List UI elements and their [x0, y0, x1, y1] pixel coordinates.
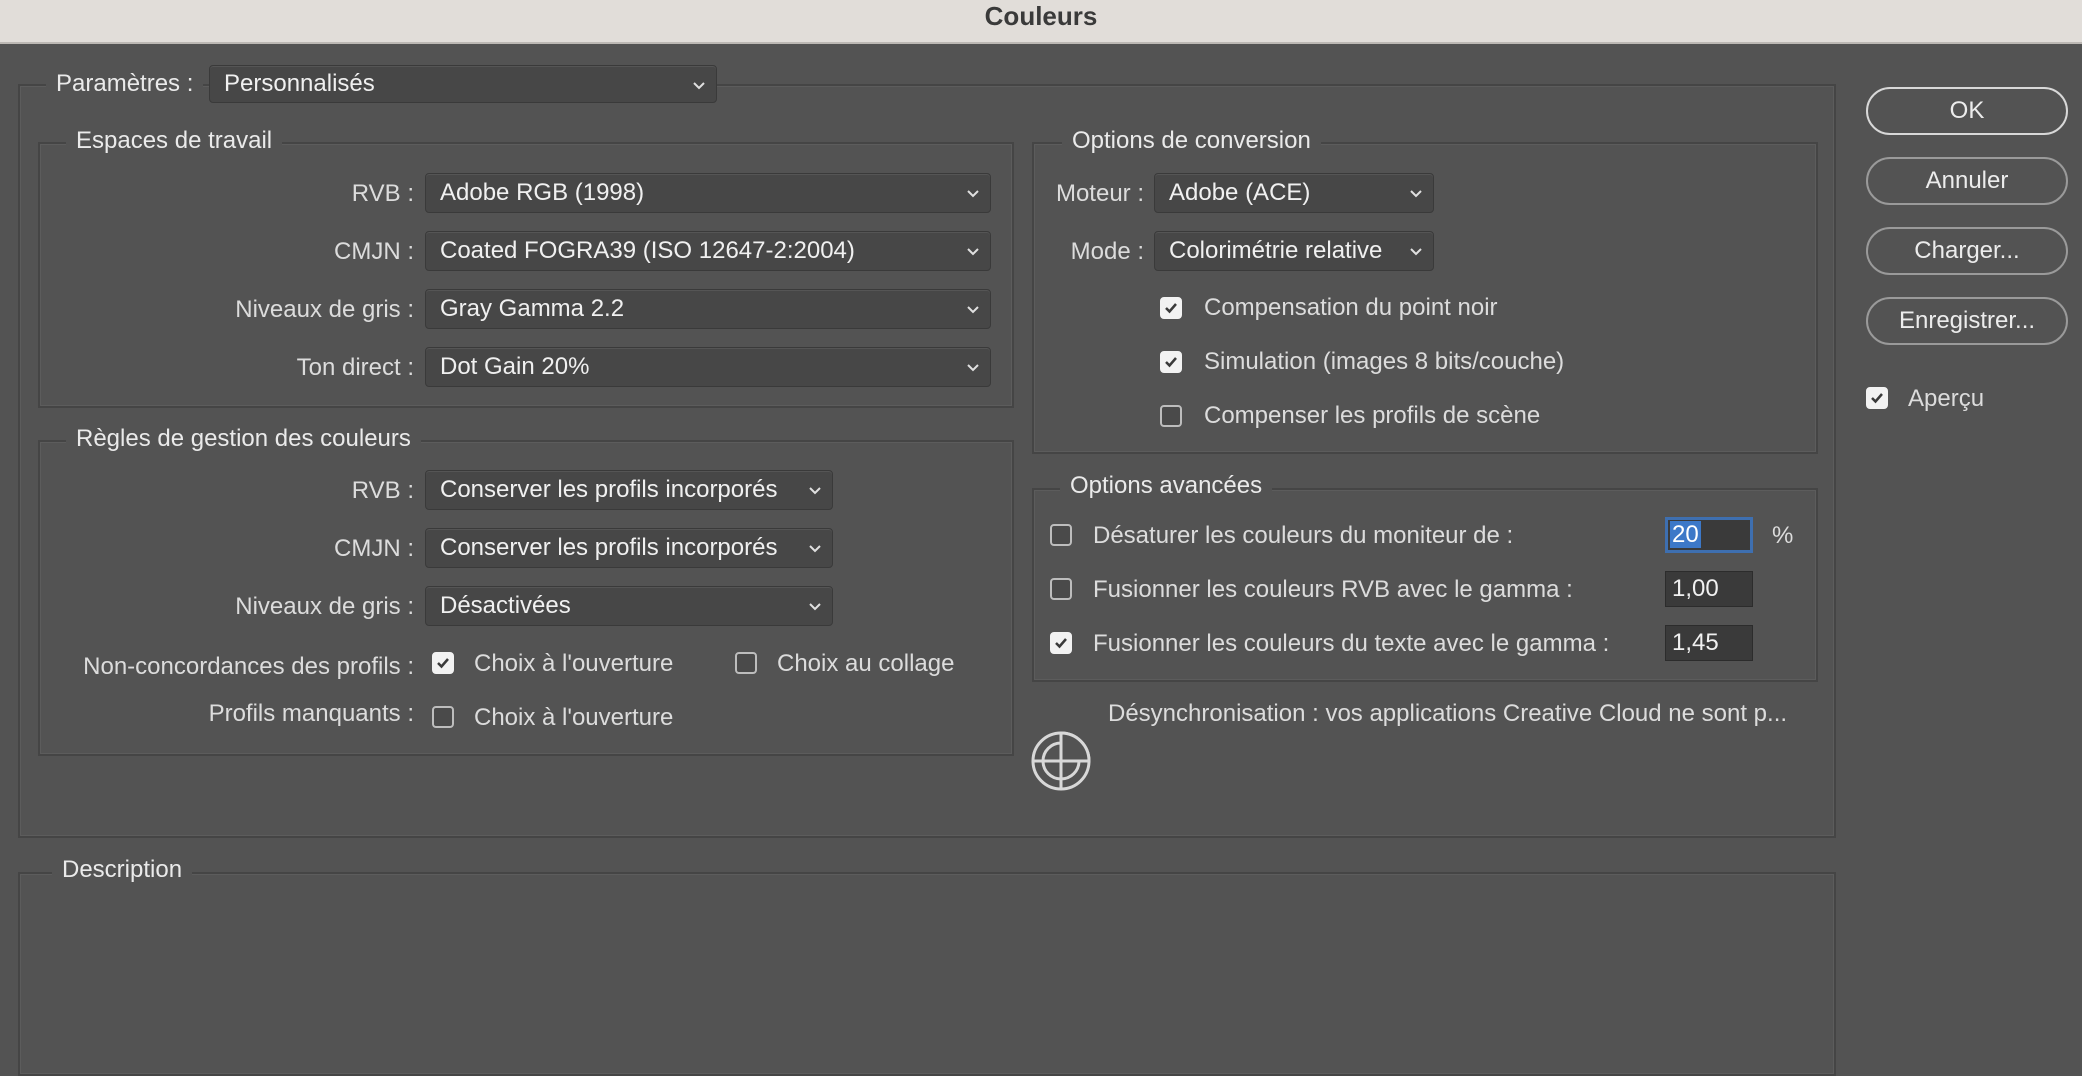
save-button[interactable]: Enregistrer... — [1866, 297, 2068, 345]
desaturate-label: Désaturer les couleurs du moniteur de : — [1093, 522, 1514, 549]
desaturate-checkbox[interactable] — [1050, 524, 1072, 546]
checkmark-icon — [1165, 357, 1177, 368]
mismatch-label: Non-concordances des profils : — [83, 653, 414, 680]
dither-checkbox[interactable] — [1160, 351, 1182, 373]
policy-gray-value: Désactivées — [440, 592, 571, 619]
checkmark-icon — [1055, 638, 1067, 649]
mismatch-open-label: Choix à l'ouverture — [474, 650, 674, 677]
dither-label: Simulation (images 8 bits/couche) — [1204, 348, 1565, 375]
description-legend: Description — [52, 854, 193, 886]
mismatch-paste-label: Choix au collage — [777, 650, 955, 677]
ws-gray-value: Gray Gamma 2.2 — [440, 295, 625, 322]
missing-open-label: Choix à l'ouverture — [474, 704, 674, 731]
ws-cmjn-select[interactable]: Coated FOGRA39 (ISO 12647-2:2004) — [425, 231, 991, 271]
cancel-button[interactable]: Annuler — [1866, 157, 2068, 205]
ws-rvb-select[interactable]: Adobe RGB (1998) — [425, 173, 991, 213]
sync-status-icon — [1031, 731, 1091, 791]
conversion-legend: Options de conversion — [1062, 125, 1321, 157]
blend-rgb-input[interactable]: 1,00 — [1665, 571, 1753, 607]
engine-label: Moteur : — [1055, 180, 1144, 207]
engine-select[interactable]: Adobe (ACE) — [1154, 173, 1434, 213]
desaturate-unit: % — [1772, 522, 1794, 549]
sync-status-text: Désynchronisation : vos applications Cre… — [1108, 700, 1788, 727]
chevron-down-icon — [967, 190, 979, 198]
mode-select[interactable]: Colorimétrie relative — [1154, 231, 1434, 271]
working-spaces-legend: Espaces de travail — [66, 125, 283, 157]
chevron-down-icon — [809, 603, 821, 611]
engine-value: Adobe (ACE) — [1169, 179, 1311, 206]
chevron-down-icon — [809, 545, 821, 553]
ws-spot-select[interactable]: Dot Gain 20% — [425, 347, 991, 387]
ws-spot-label: Ton direct : — [296, 354, 414, 381]
window-title: Couleurs — [0, 0, 2082, 44]
settings-select[interactable]: Personnalisés — [209, 65, 717, 103]
description-group — [18, 872, 1836, 1076]
policy-gray-label: Niveaux de gris : — [235, 593, 414, 620]
mismatch-open-checkbox[interactable] — [432, 652, 454, 674]
black-point-label: Compensation du point noir — [1204, 294, 1498, 321]
black-point-checkbox[interactable] — [1160, 297, 1182, 319]
ws-rvb-value: Adobe RGB (1998) — [440, 179, 645, 206]
chevron-down-icon — [967, 248, 979, 256]
settings-value: Personnalisés — [224, 70, 375, 97]
chevron-down-icon — [1410, 190, 1422, 198]
preview-label: Aperçu — [1908, 385, 1985, 412]
ws-gray-label: Niveaux de gris : — [235, 296, 414, 323]
ws-cmjn-value: Coated FOGRA39 (ISO 12647-2:2004) — [440, 237, 855, 264]
missing-label: Profils manquants : — [208, 700, 414, 727]
chevron-down-icon — [967, 306, 979, 314]
chevron-down-icon — [809, 487, 821, 495]
chevron-down-icon — [1410, 248, 1422, 256]
blend-rgb-label: Fusionner les couleurs RVB avec le gamma… — [1093, 576, 1573, 603]
checkmark-icon — [1871, 393, 1883, 404]
checkmark-icon — [1165, 303, 1177, 314]
policy-rvb-value: Conserver les profils incorporés — [440, 476, 778, 503]
policy-cmjn-value: Conserver les profils incorporés — [440, 534, 778, 561]
advanced-legend: Options avancées — [1060, 470, 1273, 502]
policy-cmjn-label: CMJN : — [334, 535, 414, 562]
ws-cmjn-label: CMJN : — [334, 238, 414, 265]
checkmark-icon — [437, 658, 449, 669]
chevron-down-icon — [693, 82, 705, 90]
policy-rvb-select[interactable]: Conserver les profils incorporés — [425, 470, 833, 510]
blend-rgb-checkbox[interactable] — [1050, 578, 1072, 600]
mode-value: Colorimétrie relative — [1169, 237, 1383, 264]
policy-gray-select[interactable]: Désactivées — [425, 586, 833, 626]
ok-button[interactable]: OK — [1866, 87, 2068, 135]
policy-rvb-label: RVB : — [351, 477, 414, 504]
policies-legend: Règles de gestion des couleurs — [66, 423, 421, 455]
mode-label: Mode : — [1070, 238, 1144, 265]
scene-label: Compenser les profils de scène — [1204, 402, 1541, 429]
blend-text-input[interactable]: 1,45 — [1665, 625, 1753, 661]
ws-spot-value: Dot Gain 20% — [440, 353, 590, 380]
blend-text-checkbox[interactable] — [1050, 632, 1072, 654]
missing-open-checkbox[interactable] — [432, 706, 454, 728]
desaturate-value: 20 — [1670, 521, 1701, 548]
settings-label: Paramètres : — [46, 68, 204, 100]
chevron-down-icon — [967, 364, 979, 372]
ws-gray-select[interactable]: Gray Gamma 2.2 — [425, 289, 991, 329]
desaturate-input[interactable]: 20 — [1665, 517, 1753, 553]
preview-checkbox[interactable] — [1866, 387, 1888, 409]
load-button[interactable]: Charger... — [1866, 227, 2068, 275]
scene-checkbox[interactable] — [1160, 405, 1182, 427]
mismatch-paste-checkbox[interactable] — [735, 652, 757, 674]
policy-cmjn-select[interactable]: Conserver les profils incorporés — [425, 528, 833, 568]
ws-rvb-label: RVB : — [351, 180, 414, 207]
blend-text-label: Fusionner les couleurs du texte avec le … — [1093, 630, 1610, 657]
